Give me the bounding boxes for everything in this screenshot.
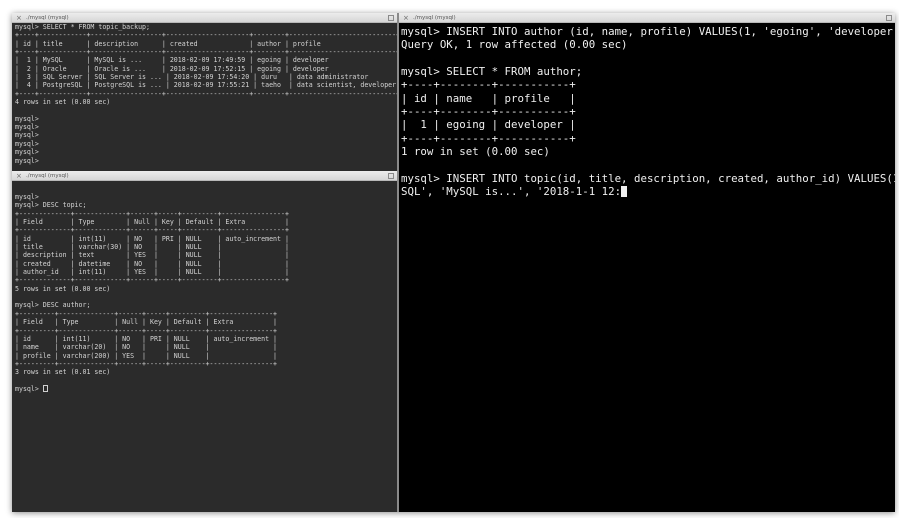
terminal-line: +-------------+-------------+------+----… (15, 276, 289, 285)
pane-top-left[interactable]: × ./mysql (mysql) mysql> SELECT * FROM t… (12, 13, 397, 171)
terminal-line: mysql> INSERT INTO author (id, name, pro… (401, 25, 895, 38)
terminal-line: mysql> (15, 123, 39, 132)
terminal-line: | id | int(11) | NO | PRI | NULL | auto_… (15, 234, 289, 243)
terminal-line: ​ (15, 106, 397, 114)
prompt-line[interactable]: mysql> (15, 384, 397, 393)
text-cursor (621, 186, 628, 198)
terminal-line: mysql> (15, 131, 39, 140)
terminal-line: | id | name | profile | (401, 91, 576, 105)
terminal-line: ​ (15, 377, 397, 385)
terminal-line: mysql> (15, 148, 39, 157)
terminal-line: mysql> (15, 114, 39, 123)
terminal-line: | 1 | egoing | developer | (401, 118, 576, 132)
terminal-line: ​ (401, 158, 895, 171)
terminal-line: mysql> DESC topic; (15, 201, 87, 210)
pane-tab-title: ./mysql (mysql) (26, 15, 69, 21)
split-pane-icon[interactable] (388, 173, 394, 179)
terminal-line: 1 row in set (0.00 sec) (401, 145, 550, 159)
terminal-output[interactable]: mysql> mysql> DESC topic; +-------------+-… (12, 181, 397, 512)
terminal-line: | 3 | SQL Server | SQL Server is ... | 2… (15, 73, 397, 82)
text-cursor (42, 384, 48, 392)
terminal-line: +----+--------+-----------+ (401, 78, 576, 92)
terminal-line: | Field | Type | Null | Key | Default | … (15, 318, 278, 327)
terminal-line: mysql> (15, 139, 39, 148)
pane-bottom-left[interactable]: × ./mysql (mysql) mysql> mysql> DESC topi… (12, 171, 397, 512)
terminal-line: ​ (15, 293, 397, 301)
pane-tab-title: ./mysql (mysql) (413, 15, 456, 21)
terminal-line: 4 rows in set (0.00 sec) (15, 98, 111, 107)
terminal-line: Query OK, 1 row affected (0.00 sec) (401, 38, 628, 52)
terminal-line: ​ (401, 52, 895, 65)
terminal-line: | description | text | YES | | NULL | | (15, 251, 289, 260)
terminal-line: mysql> (15, 156, 39, 165)
pane-tab-bar: × ./mysql (mysql) (12, 13, 397, 23)
terminal-line: +---------+--------------+------+-----+-… (15, 326, 278, 335)
terminal-line: +-------------+-------------+------+----… (15, 209, 289, 218)
pane-tab-bar: × ./mysql (mysql) (399, 13, 895, 23)
terminal-line: mysql> DESC author; (15, 301, 91, 310)
terminal-line: mysql> (15, 193, 39, 201)
terminal-line: | title | varchar(30) | NO | | NULL | | (15, 243, 289, 252)
terminal-line: +---------+--------------+------+-----+-… (15, 359, 278, 368)
terminal-line: | 4 | PostgreSQL | PostgreSQL is ... | 2… (15, 81, 397, 90)
pane-tab-bar: × ./mysql (mysql) (12, 171, 397, 181)
close-icon[interactable]: × (16, 13, 22, 23)
terminal-line: | Field | Type | Null | Key | Default | … (15, 218, 289, 227)
terminal-line: | 2 | Oracle | Oracle is ... | 2018-02-0… (15, 64, 397, 73)
close-icon[interactable]: × (16, 171, 22, 181)
terminal-line: | id | title | description | created | a… (15, 39, 397, 48)
terminal-output[interactable]: mysql> INSERT INTO author (id, name, pro… (399, 23, 895, 512)
terminal-line: | created | datetime | NO | | NULL | | (15, 259, 289, 268)
terminal-line: | author_id | int(11) | YES | | NULL | | (15, 268, 289, 277)
terminal-line: +----+------------+------------------+--… (15, 31, 397, 40)
terminal-line: +----+------------+------------------+--… (15, 48, 397, 57)
terminal-line: SQL', 'MySQL is...', '2018-1-1 12: (401, 185, 895, 198)
terminal-line: | name | varchar(20) | NO | | NULL | | (15, 343, 278, 352)
terminal-line: +---------+--------------+------+-----+-… (15, 309, 278, 318)
terminal-output[interactable]: mysql> SELECT * FROM topic_backup; +----+… (12, 23, 397, 171)
terminal-line: mysql> SELECT * FROM topic_backup; (15, 23, 150, 31)
terminal-line: | id | int(11) | NO | PRI | NULL | auto_… (15, 334, 278, 343)
split-pane-icon[interactable] (388, 15, 394, 21)
pane-right[interactable]: × ./mysql (mysql) mysql> INSERT INTO aut… (399, 13, 895, 512)
terminal-line: | 1 | MySQL | MySQL is ... | 2018-02-09 … (15, 56, 397, 65)
pane-tab-title: ./mysql (mysql) (26, 173, 69, 179)
terminal-line: | profile | varchar(200) | YES | | NULL … (15, 351, 278, 360)
prompt: mysql> (15, 384, 43, 393)
terminal-line: 5 rows in set (0.00 sec) (15, 284, 111, 293)
terminal-line: +-------------+-------------+------+----… (15, 226, 289, 235)
terminal-line: +----+--------+-----------+ (401, 105, 576, 119)
close-icon[interactable]: × (403, 13, 409, 23)
terminal-line: mysql> INSERT INTO topic(id, title, desc… (401, 171, 895, 185)
terminal-line: 3 rows in set (0.01 sec) (15, 368, 111, 377)
split-pane-icon[interactable] (886, 15, 892, 21)
terminal-line: mysql> SELECT * FROM author; (401, 65, 583, 79)
terminal-line: +----+------------+------------------+--… (15, 89, 397, 98)
terminal-window: × ./mysql (mysql) mysql> SELECT * FROM t… (12, 13, 895, 512)
terminal-line: +----+--------+-----------+ (401, 131, 576, 145)
